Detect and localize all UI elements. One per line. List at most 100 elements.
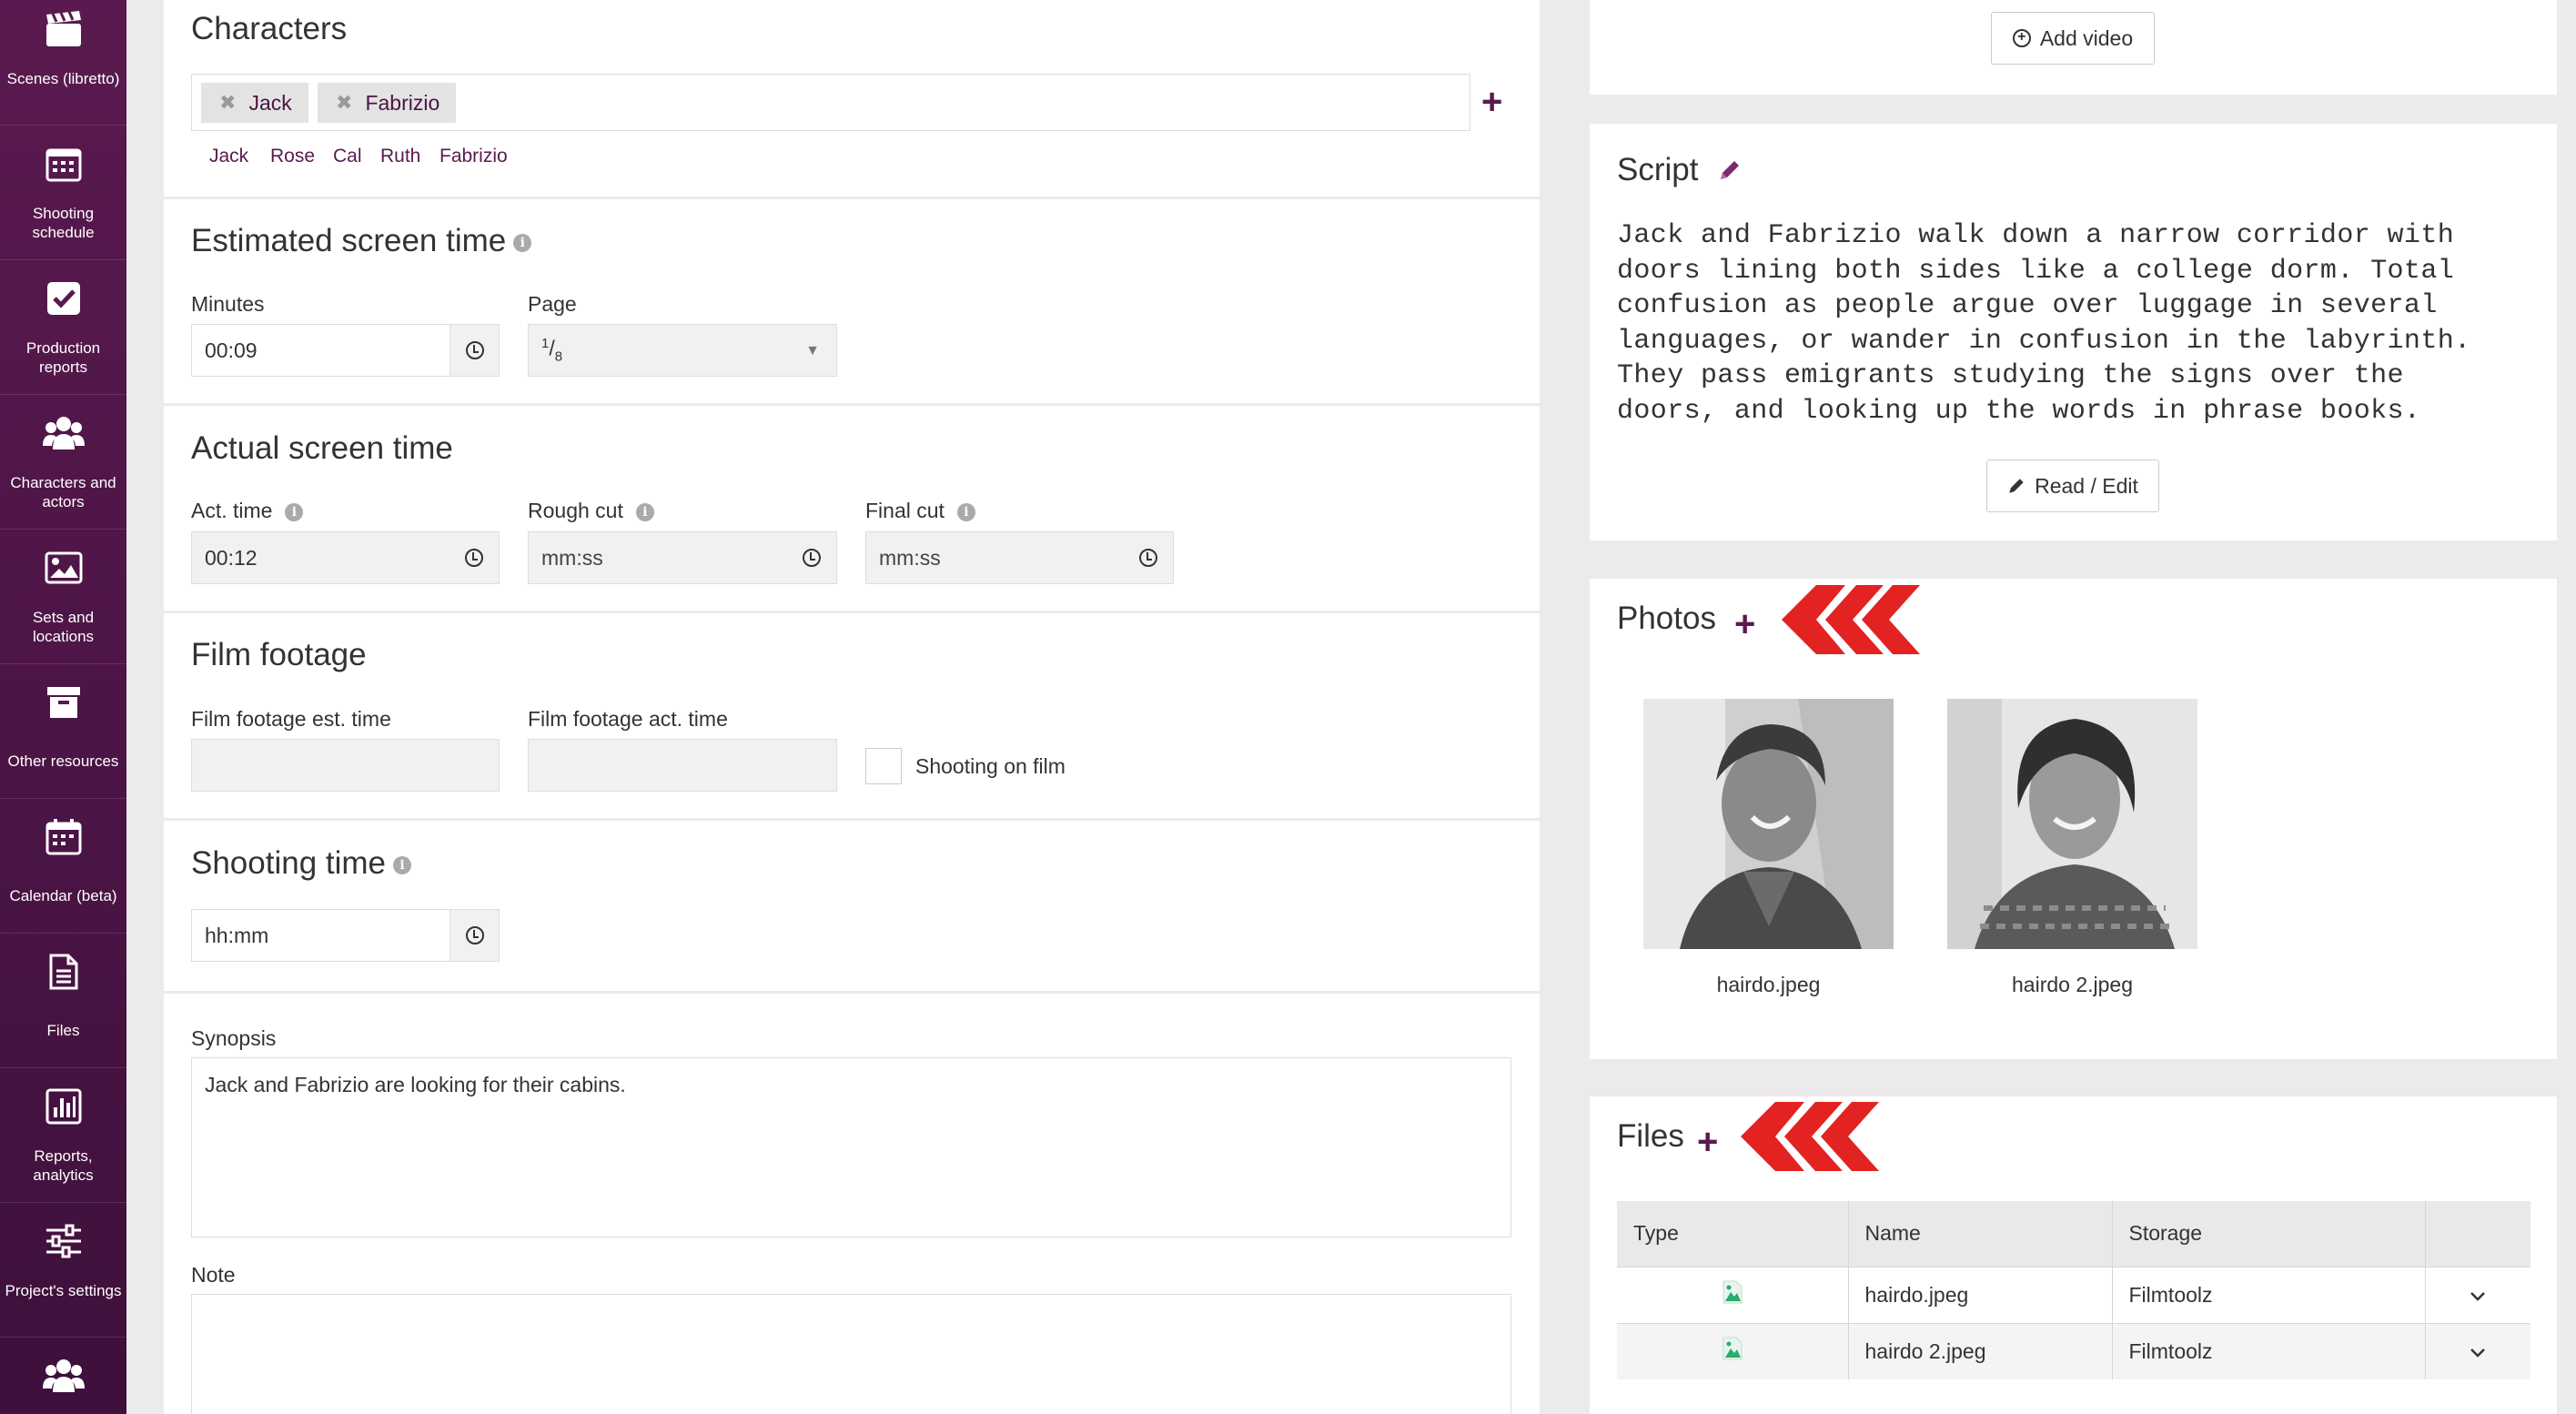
character-suggestion[interactable]: Ruth [380, 146, 420, 167]
note-label: Note [191, 1263, 236, 1287]
info-icon[interactable]: i [635, 502, 654, 521]
row-menu-cell[interactable] [2425, 1322, 2531, 1379]
add-photo-button[interactable]: + [1734, 606, 1755, 642]
page-denominator: 8 [554, 348, 563, 365]
portrait-image [1947, 699, 2197, 949]
sidebar-item-label: Shooting schedule [32, 205, 95, 241]
time-picker-button[interactable] [787, 532, 836, 583]
character-suggestion[interactable]: Jack [209, 146, 248, 167]
sidebar-item-scenes[interactable]: Scenes (libretto) [0, 0, 126, 126]
file-name-cell[interactable]: hairdo.jpeg [1848, 1266, 2113, 1323]
row-menu-cell[interactable] [2425, 1266, 2531, 1323]
remove-tag-icon[interactable]: ✖ [336, 91, 352, 115]
column-header-storage[interactable]: Storage [2112, 1201, 2426, 1267]
time-picker-button[interactable] [450, 910, 499, 961]
character-suggestion[interactable]: Rose [270, 146, 315, 167]
calendar-icon [42, 815, 86, 859]
table-row[interactable]: hairdo.jpeg Filmtoolz [1617, 1266, 2531, 1323]
sidebar-item-other-resources[interactable]: Other resources [0, 664, 126, 799]
act-time-value: 00:12 [205, 545, 258, 570]
shooting-on-film-checkbox[interactable] [865, 748, 902, 784]
script-text: Jack and Fabrizio walk down a narrow cor… [1617, 218, 2536, 429]
rough-cut-label: Rough cut i [528, 499, 654, 523]
table-row[interactable]: hairdo 2.jpeg Filmtoolz [1617, 1322, 2531, 1379]
character-tag: ✖ Fabrizio [318, 83, 457, 123]
files-table: Type Name Storage hairdo.jpeg Filmtoolz … [1617, 1201, 2531, 1379]
sidebar: Scenes (libretto) Shooting schedule Prod… [0, 0, 126, 1414]
time-picker-button[interactable] [450, 325, 499, 376]
character-suggestion[interactable]: Cal [333, 146, 362, 167]
rough-cut-input[interactable]: mm:ss [528, 531, 837, 584]
clock-icon [465, 341, 484, 359]
pencil-icon[interactable] [1718, 158, 1742, 187]
file-name-cell[interactable]: hairdo 2.jpeg [1848, 1322, 2113, 1379]
sidebar-item-project-settings[interactable]: Project's settings [0, 1203, 126, 1338]
add-character-button[interactable]: + [1481, 84, 1502, 120]
character-suggestion[interactable]: Fabrizio [439, 146, 508, 167]
info-icon[interactable]: i [956, 502, 975, 521]
character-tag-label: Fabrizio [365, 90, 440, 115]
sidebar-item-label: Files [46, 1022, 80, 1039]
note-textarea[interactable] [191, 1294, 1511, 1414]
sidebar-item-calendar[interactable]: Calendar (beta) [0, 799, 126, 934]
photo-caption: hairdo.jpeg [1716, 973, 1821, 996]
sidebar-item-files[interactable]: Files [0, 934, 126, 1068]
double-chevron-left-icon [1741, 1102, 1879, 1171]
section-divider [164, 197, 1540, 199]
sidebar-item-sets[interactable]: Sets and locations [0, 530, 126, 664]
photo-thumbnail[interactable] [1947, 699, 2197, 949]
synopsis-textarea[interactable]: Jack and Fabrizio are looking for their … [191, 1057, 1511, 1237]
clock-icon [465, 926, 484, 944]
add-file-button[interactable]: + [1697, 1124, 1718, 1160]
checkbox-icon [42, 277, 86, 320]
file-icon [42, 950, 86, 994]
film-act-input[interactable] [528, 739, 837, 792]
remove-tag-icon[interactable]: ✖ [219, 91, 236, 115]
time-picker-button[interactable] [450, 532, 499, 583]
photo-thumbnail[interactable] [1643, 699, 1894, 949]
read-edit-button[interactable]: Read / Edit [1986, 460, 2159, 512]
section-divider [164, 403, 1540, 406]
final-cut-label: Final cut i [865, 499, 975, 523]
sidebar-item-label: Sets and locations [32, 609, 95, 645]
column-header-name[interactable]: Name [1848, 1201, 2113, 1267]
sidebar-item-reports[interactable]: Reports, analytics [0, 1068, 126, 1203]
act-time-input[interactable]: 00:12 [191, 531, 500, 584]
section-divider [164, 611, 1540, 613]
shooting-time-input[interactable]: hh:mm [191, 909, 500, 962]
film-est-input[interactable] [191, 739, 500, 792]
shooting-time-placeholder: hh:mm [205, 923, 269, 947]
sidebar-item-more[interactable] [0, 1338, 126, 1414]
synopsis-label: Synopsis [191, 1026, 277, 1050]
shooting-time-title: Shooting time i [191, 845, 412, 882]
clock-icon [803, 549, 821, 567]
file-type-cell [1617, 1322, 1849, 1379]
character-tag-label: Jack [248, 90, 292, 115]
clock-icon [465, 549, 483, 567]
sidebar-item-shooting-schedule[interactable]: Shooting schedule [0, 126, 126, 260]
script-line: Jack and Fabrizio walk down a narrow cor… [1617, 220, 2455, 251]
info-icon[interactable]: i [393, 855, 412, 874]
people-icon [42, 1354, 86, 1398]
actual-screen-time-title: Actual screen time [191, 430, 453, 466]
pencil-icon [2009, 479, 2024, 493]
minutes-input[interactable]: 00:09 [191, 324, 500, 377]
column-header-type[interactable]: Type [1617, 1201, 1849, 1267]
info-icon[interactable]: i [513, 233, 532, 252]
time-picker-button[interactable] [1124, 532, 1173, 583]
sliders-icon [42, 1219, 86, 1263]
photos-title: Photos [1617, 601, 1716, 636]
chevron-down-icon [2470, 1348, 2486, 1358]
sidebar-item-characters[interactable]: Characters and actors [0, 395, 126, 530]
table-header-row: Type Name Storage [1617, 1201, 2531, 1267]
sidebar-item-production-reports[interactable]: Production reports [0, 260, 126, 395]
add-video-button[interactable]: + Add video [1991, 12, 2155, 65]
info-icon[interactable]: i [285, 502, 304, 521]
section-divider [164, 818, 1540, 821]
page-select[interactable]: 1/8 ▼ [528, 324, 837, 377]
people-icon [42, 411, 86, 455]
page-label: Page [528, 292, 577, 316]
final-cut-input[interactable]: mm:ss [865, 531, 1174, 584]
characters-tag-input[interactable]: ✖ Jack ✖ Fabrizio [191, 74, 1470, 131]
image-file-icon [1722, 1280, 1743, 1304]
